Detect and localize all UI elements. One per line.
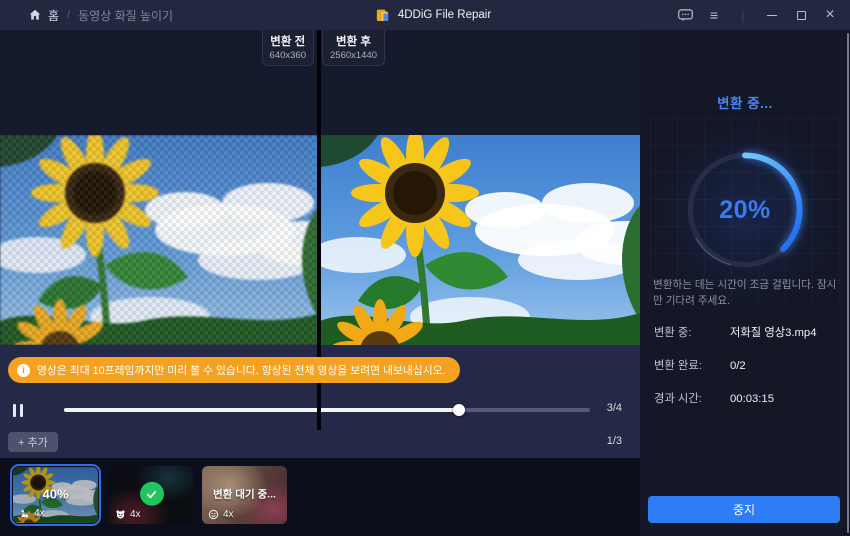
frame-indicator: 3/4 [607, 402, 622, 414]
info-icon: i [17, 364, 30, 377]
progress-ring: 20% [650, 118, 840, 302]
video-after [320, 135, 640, 345]
close-icon[interactable]: × [822, 7, 838, 23]
pixelation-overlay [0, 135, 320, 345]
breadcrumb: 홈 / 동영상 화질 높이기 [28, 0, 173, 30]
add-file-button[interactable]: + 추가 [8, 432, 58, 452]
queue-toolbar: + 추가 1/3 [0, 432, 640, 452]
before-resolution: 640x360 [270, 50, 306, 61]
status-row-elapsed: 경과 시간: 00:03:15 [654, 390, 842, 406]
menu-icon[interactable]: ≡ [706, 7, 722, 23]
thumbnail-strip: 40% 4x [0, 458, 640, 536]
video-before [0, 135, 320, 345]
thumbnail-processing[interactable]: 40% 4x [10, 464, 101, 526]
stop-button[interactable]: 중지 [648, 496, 840, 523]
window-controls-separator: | [735, 7, 751, 23]
panel-scrollbar[interactable] [847, 33, 849, 533]
thumbnail-progress: 40% [13, 486, 98, 501]
home-label: 홈 [48, 7, 59, 24]
row-label: 경과 시간: [654, 390, 730, 406]
status-row-current: 변환 중: 저화질 영상3.mp4 [654, 324, 842, 340]
titlebar: 홈 / 동영상 화질 높이기 4DDiG File Repair [0, 0, 850, 30]
page-indicator: 1/3 [607, 435, 622, 447]
app-window: 홈 / 동영상 화질 높이기 4DDiG File Repair [0, 0, 850, 536]
general-model-icon [19, 508, 30, 519]
completed-count: 0/2 [730, 360, 746, 372]
status-rows: 변환 중: 저화질 영상3.mp4 변환 완료: 0/2 경과 시간: 00:0… [654, 324, 842, 423]
seek-slider-handle[interactable] [453, 404, 465, 416]
home-icon [28, 8, 42, 22]
current-file-name: 저화질 영상3.mp4 [730, 324, 817, 340]
thumbnail-waiting-label: 변환 대기 중... [202, 486, 287, 501]
notice-text: 영상은 최대 10프레임까지만 미리 볼 수 있습니다. 향상된 전체 영상을 … [37, 362, 446, 378]
maximize-icon[interactable] [793, 7, 809, 23]
thumbnail-scale: 4x [34, 508, 45, 519]
thumbnail-done[interactable]: 4x [109, 466, 194, 524]
after-resolution: 2560x1440 [330, 50, 377, 61]
seek-slider[interactable] [64, 408, 590, 412]
feedback-chat-icon[interactable] [677, 7, 693, 23]
done-check-icon [140, 482, 164, 506]
preview-notice-banner: i 영상은 최대 10프레임까지만 미리 볼 수 있습니다. 향상된 전체 영상… [8, 357, 460, 383]
anime-model-icon [115, 509, 126, 520]
status-panel: 변환 중... 20% 변환하는 데는 시간이 조금 걸립니다. 잠시만 기다려… [640, 30, 850, 536]
status-title: 변환 중... [640, 92, 850, 112]
progress-hint: 변환하는 데는 시간이 조금 걸립니다. 잠시만 기다려 주세요. [653, 278, 841, 310]
breadcrumb-separator: / [67, 9, 70, 21]
app-logo-icon [375, 7, 391, 23]
after-label-box: 변환 후 2560x1440 [322, 30, 385, 66]
pause-button[interactable] [13, 403, 27, 417]
minimize-icon[interactable] [764, 7, 780, 23]
home-button[interactable]: 홈 [28, 7, 59, 24]
progress-percent: 20% [650, 118, 840, 302]
before-label-box: 변환 전 640x360 [262, 30, 314, 66]
status-row-completed: 변환 완료: 0/2 [654, 357, 842, 373]
before-label: 변환 전 [270, 33, 306, 49]
row-label: 변환 중: [654, 324, 730, 340]
breadcrumb-current: 동영상 화질 높이기 [78, 7, 173, 24]
window-controls: ≡ | × [677, 0, 838, 30]
thumbnail-waiting[interactable]: 변환 대기 중... 4x [202, 466, 287, 524]
row-label: 변환 완료: [654, 357, 730, 373]
app-brand: 4DDiG File Repair [375, 0, 491, 30]
app-title: 4DDiG File Repair [398, 9, 491, 21]
after-label: 변환 후 [330, 33, 377, 49]
elapsed-time: 00:03:15 [730, 393, 774, 405]
face-model-icon [208, 509, 219, 520]
thumbnail-scale: 4x [130, 509, 141, 520]
thumbnail-scale: 4x [223, 509, 234, 520]
preview-area: 변환 전 640x360 변환 후 2560x1440 i [0, 30, 640, 536]
seek-slider-fill [64, 408, 459, 412]
